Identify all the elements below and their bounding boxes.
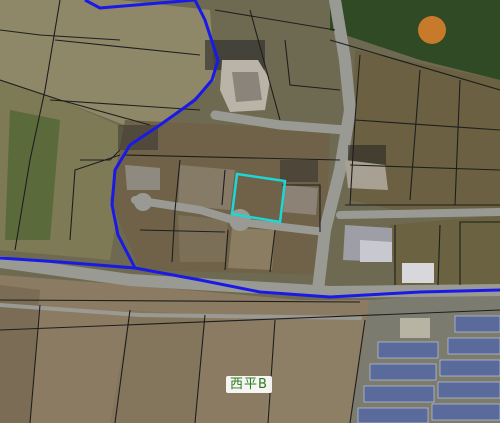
house-roof-section — [232, 72, 262, 102]
house-roof — [125, 165, 160, 190]
solar-panel-row — [447, 337, 500, 355]
lot — [178, 215, 228, 262]
solar-panel-row — [357, 407, 429, 423]
road-east — [336, 208, 500, 219]
solar-panel-row — [369, 363, 437, 381]
farm-field — [265, 320, 365, 423]
map-view[interactable]: 西平B — [0, 0, 500, 423]
aerial-map[interactable] — [0, 0, 500, 423]
lot — [178, 165, 235, 210]
solar-panel-row — [431, 403, 500, 421]
solar-panel-row — [439, 359, 500, 377]
shed-roof — [402, 263, 434, 283]
solar-panel-row — [377, 341, 439, 359]
solar-panel-row — [437, 381, 500, 399]
solar-panel-row — [363, 385, 435, 403]
house-roof — [283, 185, 318, 215]
building-shadow — [280, 160, 318, 182]
turnaround-west — [134, 193, 152, 211]
equipment-pad — [400, 318, 430, 338]
autumn-tree — [418, 16, 446, 44]
lot — [228, 228, 275, 270]
place-name-label: 西平B — [226, 376, 272, 393]
solar-panel-row — [454, 315, 500, 333]
house-roof-section — [360, 240, 392, 262]
